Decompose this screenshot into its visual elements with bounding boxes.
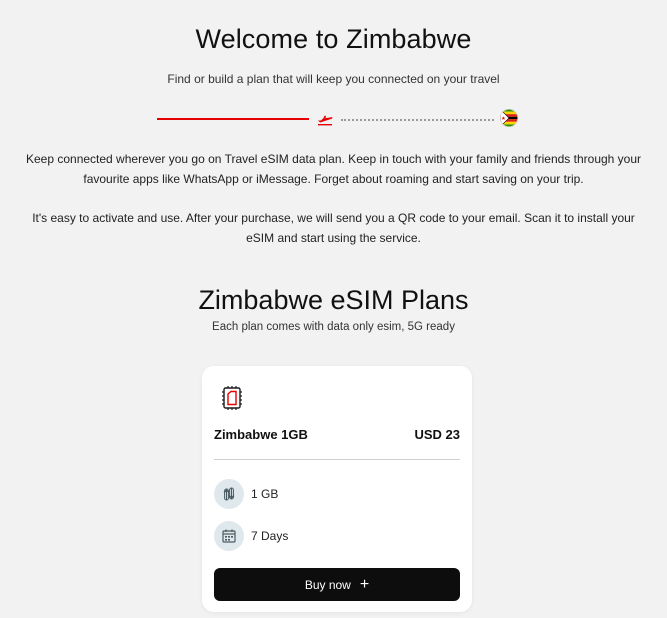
calendar-icon (214, 521, 244, 551)
buy-now-button[interactable]: Buy now + (214, 568, 460, 601)
journey-progress (157, 108, 519, 128)
activation-paragraph: It's easy to activate and use. After you… (32, 211, 635, 245)
page-subtitle: Find or build a plan that will keep you … (167, 72, 500, 86)
sim-card-icon (221, 385, 243, 411)
journey-origin-line (157, 118, 309, 120)
plus-icon: + (359, 575, 370, 593)
plan-duration: 7 Days (251, 529, 289, 543)
buy-now-label: Buy now (304, 577, 351, 592)
data-transfer-icon (214, 479, 244, 509)
plan-feature-duration: 7 Days (214, 521, 288, 551)
plan-name: Zimbabwe 1GB (214, 427, 308, 442)
plane-departure-icon (316, 110, 334, 128)
plan-card: Zimbabwe 1GB USD 23 1 GB 7 Days Buy now … (202, 366, 472, 612)
plan-data-amount: 1 GB (251, 487, 279, 501)
plan-divider (214, 459, 460, 460)
journey-dotted-line (341, 119, 494, 121)
plans-title: Zimbabwe eSIM Plans (198, 285, 469, 315)
plan-feature-data: 1 GB (214, 479, 278, 509)
plans-subtitle: Each plan comes with data only esim, 5G … (212, 321, 455, 333)
plan-price: USD 23 (414, 427, 460, 442)
intro-paragraph: Keep connected wherever you go on Travel… (25, 152, 642, 186)
page-title: Welcome to Zimbabwe (195, 24, 472, 54)
zimbabwe-flag-icon (500, 109, 518, 127)
